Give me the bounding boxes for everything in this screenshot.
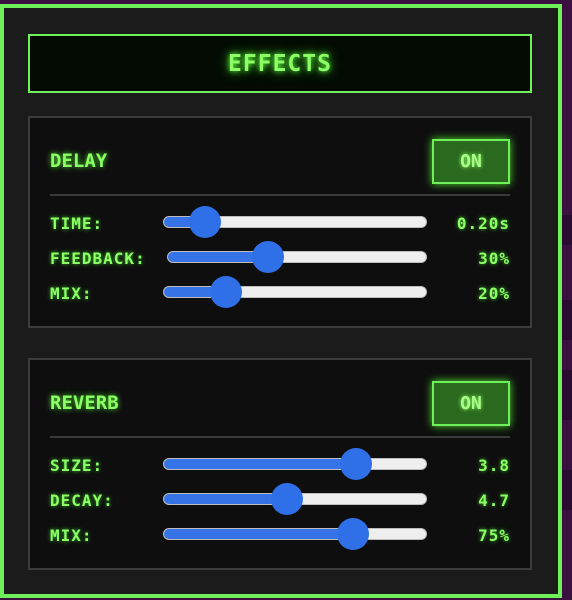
reverb-size-label: SIZE: — [50, 455, 104, 475]
reverb-mix-label: MIX: — [50, 525, 93, 545]
delay-divider — [50, 194, 510, 196]
reverb-mix-row: MIX: 75% — [50, 518, 510, 550]
slider-fill — [164, 529, 354, 539]
reverb-size-slider[interactable] — [163, 448, 427, 480]
reverb-toggle-button[interactable]: ON — [432, 380, 510, 426]
delay-time-slider[interactable] — [163, 206, 427, 238]
delay-title: DELAY — [50, 150, 108, 172]
delay-header: DELAY ON — [50, 138, 510, 184]
delay-time-value: 0.20s — [456, 213, 510, 233]
slider-thumb[interactable] — [340, 448, 372, 480]
slider-track — [167, 251, 427, 263]
delay-mix-label: MIX: — [50, 283, 93, 303]
slider-thumb[interactable] — [271, 483, 303, 515]
reverb-size-value: 3.8 — [478, 455, 510, 475]
effects-header: EFFECTS — [28, 34, 532, 93]
delay-time-label: TIME: — [50, 213, 104, 233]
delay-mix-value: 20% — [478, 283, 510, 303]
reverb-decay-value: 4.7 — [478, 490, 510, 510]
slider-track — [163, 458, 427, 470]
reverb-size-row: SIZE: 3.8 — [50, 448, 510, 480]
delay-feedback-value: 30% — [478, 248, 510, 268]
delay-mix-row: MIX: 20% — [50, 276, 510, 308]
slider-track — [163, 528, 427, 540]
slider-thumb[interactable] — [189, 206, 221, 238]
reverb-decay-row: DECAY: 4.7 — [50, 483, 510, 515]
delay-section: DELAY ON TIME: 0.20s FEEDBACK: 30% MIX: — [28, 116, 532, 328]
delay-time-row: TIME: 0.20s — [50, 206, 510, 238]
reverb-header: REVERB ON — [50, 380, 510, 426]
reverb-section: REVERB ON SIZE: 3.8 DECAY: 4.7 MIX: 75% — [28, 358, 532, 570]
delay-feedback-row: FEEDBACK: 30% — [50, 241, 510, 273]
slider-fill — [164, 494, 288, 504]
panel-title: EFFECTS — [228, 50, 332, 77]
reverb-decay-slider[interactable] — [163, 483, 427, 515]
delay-feedback-slider[interactable] — [167, 241, 427, 273]
delay-mix-slider[interactable] — [163, 276, 427, 308]
effects-panel: EFFECTS DELAY ON TIME: 0.20s FEEDBACK: 3… — [0, 4, 562, 598]
slider-fill — [164, 459, 357, 469]
reverb-title: REVERB — [50, 392, 119, 414]
slider-thumb[interactable] — [252, 241, 284, 273]
slider-track — [163, 286, 427, 298]
reverb-decay-label: DECAY: — [50, 490, 114, 510]
delay-feedback-label: FEEDBACK: — [50, 248, 146, 268]
slider-thumb[interactable] — [337, 518, 369, 550]
reverb-mix-slider[interactable] — [163, 518, 427, 550]
reverb-mix-value: 75% — [478, 525, 510, 545]
delay-toggle-button[interactable]: ON — [432, 138, 510, 184]
slider-thumb[interactable] — [210, 276, 242, 308]
reverb-divider — [50, 436, 510, 438]
